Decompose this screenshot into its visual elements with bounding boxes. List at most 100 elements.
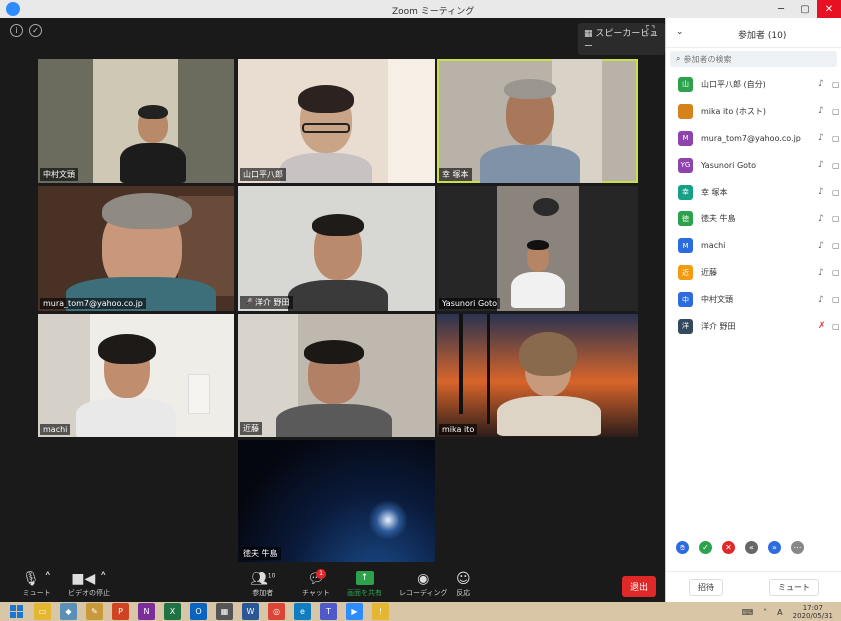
microphone-icon[interactable]: ♪	[818, 106, 824, 116]
mute-button[interactable]: 🎙︎ ˄ ミュート	[22, 571, 51, 598]
microphone-icon[interactable]: ♪	[818, 214, 824, 224]
chrome-icon[interactable]: ◎	[268, 603, 285, 620]
video-camera-icon[interactable]: ▢	[832, 161, 840, 170]
record-button[interactable]: ◉ レコーディング	[399, 571, 448, 598]
invite-button[interactable]: 招待	[689, 578, 723, 596]
microphone-icon[interactable]: ♪	[818, 133, 824, 143]
participant-search-input[interactable]	[683, 54, 814, 64]
microphone-icon[interactable]: ♪	[818, 187, 824, 197]
video-tile-active-speaker[interactable]: 幸 塚本	[437, 59, 638, 183]
video-tile[interactable]: machi	[38, 314, 234, 437]
microphone-icon[interactable]: ♪	[818, 295, 824, 305]
chat-button[interactable]: 💬︎ 1 チャット	[302, 569, 330, 598]
video-camera-icon[interactable]: ▢	[832, 134, 840, 143]
taskbar-apps: ▭ ◆ ✎ P N X O ▦ W ◎ e T ▶ !	[34, 603, 389, 620]
no-cross-icon[interactable]: ✕	[722, 541, 735, 554]
participant-list-item[interactable]: 山山口平八郎 (自分) ♪ ▢	[666, 71, 841, 98]
excel-icon[interactable]: X	[164, 603, 181, 620]
file-explorer-icon[interactable]: ▭	[34, 603, 51, 620]
teams-icon[interactable]: T	[320, 603, 337, 620]
participant-name: 幸 塚本	[701, 187, 728, 197]
microphone-icon[interactable]: ♪	[818, 241, 824, 251]
participant-name-label: 山口平八郎	[240, 168, 286, 181]
microphone-icon[interactable]: ♪	[818, 160, 824, 170]
participant-list-item[interactable]: 徳徳夫 牛島 ♪ ▢	[666, 205, 841, 232]
participant-list-item[interactable]: Mmura_tom7@yahoo.co.jp ♪ ▢	[666, 125, 841, 152]
video-camera-icon[interactable]: ▢	[832, 241, 840, 250]
participant-name: 山口平八郎 (自分)	[701, 79, 766, 89]
video-camera-icon[interactable]: ▢	[832, 214, 840, 223]
yes-check-icon[interactable]: ✓	[699, 541, 712, 554]
clock[interactable]: 17:07 2020/05/31	[793, 604, 833, 620]
mic-muted-icon[interactable]: ✗	[818, 321, 826, 331]
windows-start-icon[interactable]	[10, 605, 23, 618]
video-tile[interactable]: mura_tom7@yahoo.co.jp	[38, 186, 234, 311]
video-camera-icon: ■◀ ˄	[71, 571, 107, 587]
shield-icon[interactable]: ✓	[29, 24, 42, 37]
video-tile[interactable]: mika ito	[437, 314, 638, 437]
onenote-icon[interactable]: N	[138, 603, 155, 620]
participants-panel-title: 参加者 (10)	[738, 31, 787, 41]
info-icon[interactable]: i	[10, 24, 23, 37]
keyboard-icon[interactable]: ⌨	[742, 608, 754, 617]
participant-name: 中村文頭	[701, 295, 733, 305]
microphone-icon[interactable]: ♪	[818, 268, 824, 278]
participant-name-label: mika ito	[439, 424, 478, 435]
avatar: YG	[678, 157, 693, 173]
video-camera-icon[interactable]: ▢	[832, 107, 840, 116]
participant-list-item[interactable]: 近近藤 ♪ ▢	[666, 259, 841, 286]
reactions-button[interactable]: ☺ 反応	[456, 571, 471, 598]
participant-list-item[interactable]: YG Yasunori Goto ♪ ▢	[666, 152, 841, 179]
minimize-button[interactable]: ─	[769, 0, 793, 18]
participant-name-label: machi	[40, 424, 71, 435]
participant-name-label: 中村文頭	[40, 168, 78, 181]
system-tray: ⌨ ˄ A 17:07 2020/05/31	[742, 604, 833, 620]
participant-list-item[interactable]: Mmachi ♪ ▢	[666, 232, 841, 259]
participant-list-item[interactable]: 洋洋介 野田 ✗ ▢	[666, 313, 841, 340]
participant-list: 山山口平八郎 (自分) ♪ ▢ mika ito (ホスト) ♪ ▢ Mmura_tom7@…	[666, 71, 841, 340]
paint-icon[interactable]: ✎	[86, 603, 103, 620]
share-screen-button[interactable]: ↑ 画面を共有	[347, 571, 382, 598]
video-camera-icon[interactable]: ▢	[832, 322, 840, 331]
video-tile[interactable]: 徳夫 牛島	[238, 440, 435, 562]
participant-list-item[interactable]: 幸幸 塚本 ♪ ▢	[666, 179, 841, 206]
video-tile[interactable]: 中村文頭	[38, 59, 234, 183]
warning-icon[interactable]: !	[372, 603, 389, 620]
mute-all-button[interactable]: ミュート	[769, 578, 819, 596]
edge-icon[interactable]: e	[294, 603, 311, 620]
zoom-taskbar-icon[interactable]: ▶	[346, 603, 363, 620]
powerpoint-icon[interactable]: P	[112, 603, 129, 620]
go-slower-icon[interactable]: «	[745, 541, 758, 554]
participant-name-label: 幸 塚本	[439, 168, 472, 181]
close-window-button[interactable]: ✕	[817, 0, 841, 18]
go-faster-icon[interactable]: »	[768, 541, 781, 554]
zoom-app-icon	[6, 2, 20, 16]
stop-video-button[interactable]: ■◀ ˄ ビデオの停止	[68, 571, 110, 598]
chevron-down-icon[interactable]: ⌄	[676, 27, 684, 37]
outlook-icon[interactable]: O	[190, 603, 207, 620]
tray-chevron-icon[interactable]: ˄	[763, 608, 767, 617]
video-camera-icon[interactable]: ▢	[832, 188, 840, 197]
participant-list-item[interactable]: 中中村文頭 ♪ ▢	[666, 286, 841, 313]
fullscreen-icon[interactable]: ⛶	[646, 23, 654, 38]
video-camera-icon[interactable]: ▢	[832, 268, 840, 277]
video-tile[interactable]: 🎤̸ 洋介 野田	[238, 186, 435, 311]
participant-list-item[interactable]: mika ito (ホスト) ♪ ▢	[666, 98, 841, 125]
more-icon[interactable]: ⋯	[791, 541, 804, 554]
leave-meeting-button[interactable]: 退出	[622, 576, 657, 597]
video-tile[interactable]: Yasunori Goto	[437, 186, 638, 311]
participants-panel-header: ⌄ 参加者 (10)	[666, 18, 841, 48]
video-camera-icon[interactable]: ▢	[832, 80, 840, 89]
raise-hand-icon[interactable]: ✋︎	[676, 541, 689, 554]
video-tile[interactable]: 近藤	[238, 314, 435, 437]
ime-indicator[interactable]: A	[777, 608, 782, 617]
participant-name: mura_tom7@yahoo.co.jp	[701, 133, 801, 143]
calculator-icon[interactable]: ▦	[216, 603, 233, 620]
video-camera-icon[interactable]: ▢	[832, 295, 840, 304]
maximize-button[interactable]: ▢	[793, 0, 817, 18]
participants-button[interactable]: 👥︎10 参加者	[250, 571, 275, 598]
app-icon[interactable]: ◆	[60, 603, 77, 620]
microphone-icon[interactable]: ♪	[818, 79, 824, 89]
word-icon[interactable]: W	[242, 603, 259, 620]
video-tile[interactable]: 山口平八郎	[238, 59, 435, 183]
